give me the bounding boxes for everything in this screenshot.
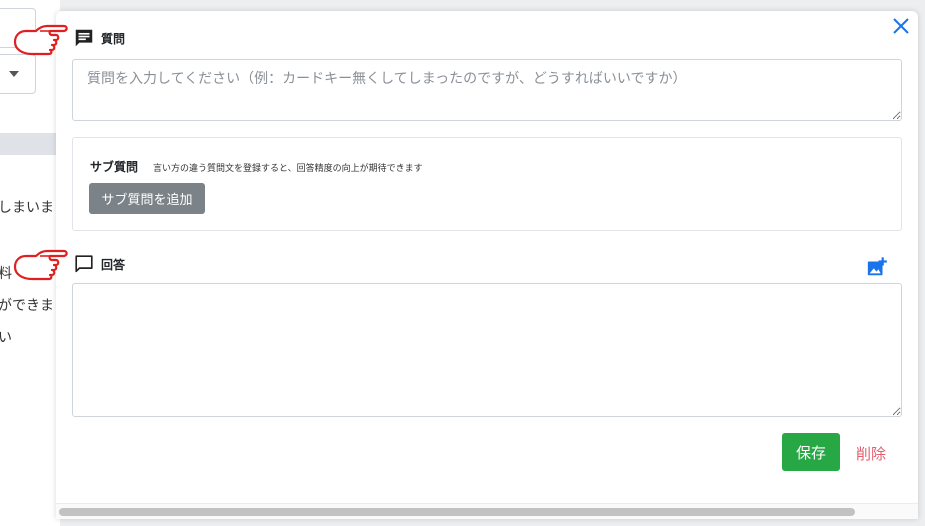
background-select xyxy=(0,54,36,94)
scrollbar-thumb[interactable] xyxy=(59,508,855,516)
add-image-icon[interactable] xyxy=(866,256,888,278)
save-button[interactable]: 保存 xyxy=(782,433,840,471)
background-band xyxy=(0,133,60,155)
horizontal-scrollbar[interactable] xyxy=(56,503,918,519)
background-text: 料 xyxy=(0,266,12,282)
background-text: い xyxy=(0,330,12,346)
chevron-down-icon xyxy=(9,71,19,77)
answer-heading-label: 回答 xyxy=(101,257,126,272)
chat-outline-icon xyxy=(75,255,93,273)
answer-input[interactable] xyxy=(72,283,902,417)
pointing-hand-icon xyxy=(13,24,68,56)
background-text: しまいまし xyxy=(0,200,60,216)
close-icon[interactable] xyxy=(890,15,912,37)
question-heading: 質問 xyxy=(73,27,125,49)
faq-edit-modal: 質問 サブ質問 言い方の違う質問文を登録すると、回答精度の向上が期待できます サ… xyxy=(56,11,918,519)
answer-heading: 回答 xyxy=(73,253,125,275)
sub-question-title: サブ質問 xyxy=(90,160,139,174)
delete-button[interactable]: 削除 xyxy=(856,443,886,464)
background-text: ができま xyxy=(0,298,54,314)
sub-question-panel: サブ質問 言い方の違う質問文を登録すると、回答精度の向上が期待できます サブ質問… xyxy=(72,137,902,231)
question-heading-label: 質問 xyxy=(101,31,126,46)
chat-filled-icon xyxy=(75,29,93,47)
sub-question-description: 言い方の違う質問文を登録すると、回答精度の向上が期待できます xyxy=(153,164,423,174)
pointing-hand-icon xyxy=(13,249,68,281)
question-input[interactable] xyxy=(72,59,902,121)
add-sub-question-button[interactable]: サブ質問を追加 xyxy=(89,183,205,214)
